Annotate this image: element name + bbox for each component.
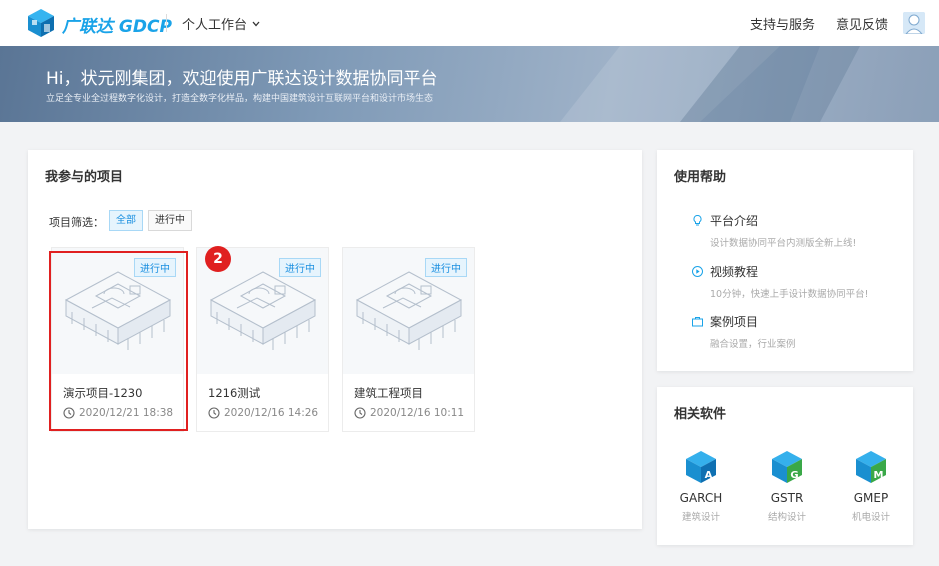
brand-name: 广联达 GDCP	[62, 17, 172, 37]
software-garch[interactable]: A GARCH 建筑设计	[671, 449, 731, 523]
software-name: GSTR	[770, 491, 804, 505]
feedback-link[interactable]: 意见反馈	[836, 14, 888, 33]
lightbulb-icon	[693, 214, 702, 226]
clock-icon	[208, 407, 220, 419]
software-desc: 建筑设计	[681, 512, 720, 523]
play-icon	[692, 266, 703, 277]
briefcase-icon	[692, 317, 703, 327]
related-software-card: 相关软件 A GARCH 建筑设计 G GSTR 结构设计 M GMEP 机电设…	[657, 387, 913, 545]
banner-subtitle: 立足全专业全过程数字化设计，打造全数字化样品，构建中国建筑设计互联网平台和设计市…	[46, 94, 434, 104]
clock-icon	[354, 407, 366, 419]
my-projects-title: 我参与的项目	[45, 170, 124, 185]
project-card-3[interactable]: 进行中 建筑工程项目 2020/12/16 10:11	[342, 247, 475, 432]
gstr-app-icon: G	[772, 451, 802, 483]
welcome-banner: Hi，状元刚集团，欢迎使用广联达设计数据协同平台 立足全专业全过程数字化设计，打…	[0, 46, 939, 122]
help-item-intro[interactable]: 平台介绍 设计数据协同平台内测版全新上线!	[691, 212, 856, 249]
user-icon	[903, 12, 925, 34]
help-item-desc: 10分钟，快速上手设计数据协同平台!	[710, 289, 869, 300]
software-title: 相关软件	[674, 407, 727, 422]
software-desc: 结构设计	[767, 512, 806, 523]
project-date: 2020/12/16 14:26	[208, 407, 318, 419]
garch-app-icon: A	[686, 451, 716, 483]
filter-in-progress-chip[interactable]: 进行中	[148, 210, 192, 231]
help-card: 使用帮助 平台介绍 设计数据协同平台内测版全新上线! 视频教程 10分钟，快速上…	[657, 150, 913, 371]
project-name: 建筑工程项目	[354, 386, 423, 400]
project-card-2[interactable]: 进行中 1216测试 2020/12/16 14:26	[196, 247, 329, 432]
help-title: 使用帮助	[674, 170, 727, 185]
project-date: 2020/12/16 10:11	[354, 407, 464, 419]
software-name: GMEP	[853, 491, 889, 505]
project-name: 1216测试	[208, 386, 261, 400]
banner-decoration	[560, 46, 939, 122]
highlight-box	[49, 251, 188, 431]
software-gstr[interactable]: G GSTR 结构设计	[757, 449, 817, 523]
chevron-down-icon	[252, 21, 260, 26]
banner-title: Hi，状元刚集团，欢迎使用广联达设计数据协同平台	[46, 69, 438, 89]
project-date-text: 2020/12/16 14:26	[224, 407, 319, 419]
help-item-label: 案例项目	[710, 315, 759, 329]
header-divider	[166, 14, 167, 32]
support-link[interactable]: 支持与服务	[750, 14, 815, 33]
project-date-text: 2020/12/16 10:11	[370, 407, 465, 419]
help-item-label: 视频教程	[710, 265, 759, 279]
project-thumbnail: 进行中	[343, 248, 474, 374]
software-desc: 机电设计	[851, 512, 890, 523]
help-item-video[interactable]: 视频教程 10分钟，快速上手设计数据协同平台!	[691, 263, 868, 300]
status-tag: 进行中	[279, 258, 321, 277]
help-item-cases[interactable]: 案例项目 融合设置，行业案例	[691, 313, 796, 350]
filter-label: 项目筛选：	[49, 216, 104, 229]
help-item-desc: 融合设置，行业案例	[710, 339, 796, 350]
workbench-dropdown[interactable]: 个人工作台	[182, 14, 261, 33]
software-gmep[interactable]: M GMEP 机电设计	[841, 449, 901, 523]
top-navbar: 广联达 GDCP 个人工作台 支持与服务 意见反馈	[0, 0, 939, 46]
help-item-desc: 设计数据协同平台内测版全新上线!	[710, 238, 857, 249]
gmep-letter: M	[874, 470, 884, 481]
software-name: GARCH	[679, 491, 723, 505]
filter-all-chip[interactable]: 全部	[109, 210, 143, 231]
avatar[interactable]	[903, 12, 925, 34]
workbench-label: 个人工作台	[182, 18, 248, 33]
gmep-app-icon: M	[856, 451, 886, 483]
garch-letter: A	[705, 470, 713, 481]
step-badge: 2	[205, 246, 231, 272]
help-item-label: 平台介绍	[710, 214, 759, 228]
gstr-letter: G	[790, 470, 798, 481]
status-tag: 进行中	[425, 258, 467, 277]
gdcp-logo-icon[interactable]	[25, 7, 57, 39]
